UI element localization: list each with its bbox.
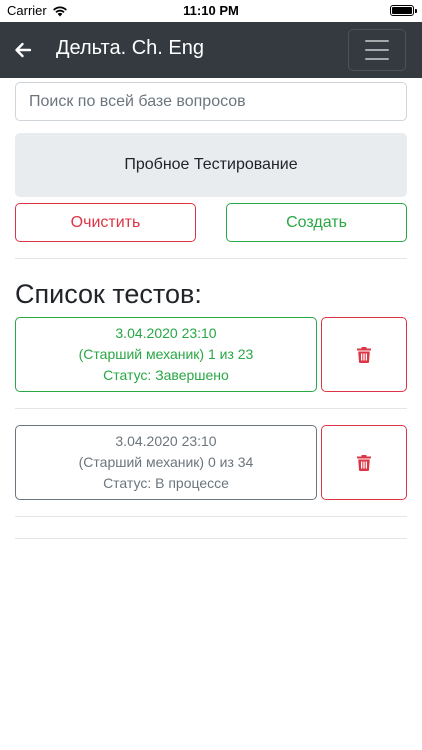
divider	[15, 408, 407, 409]
page-title: Дельта. Ch. Eng	[56, 37, 204, 59]
search-input[interactable]	[15, 82, 407, 121]
divider	[15, 516, 407, 517]
test-status: Статус: В процессе	[103, 475, 229, 491]
battery-icon	[390, 5, 417, 16]
trial-testing-button[interactable]: Пробное Тестирование	[15, 133, 407, 197]
divider	[15, 258, 407, 259]
arrow-left-icon[interactable]	[13, 40, 33, 60]
test-date: 3.04.2020 23:10	[115, 433, 217, 449]
test-card[interactable]: 3.04.2020 23:10 (Старший механик) 1 из 2…	[15, 317, 317, 392]
trash-icon	[357, 454, 371, 471]
clear-button[interactable]: Очистить	[15, 203, 196, 242]
hamburger-menu-icon	[365, 40, 389, 42]
clock: 11:10 PM	[183, 3, 239, 18]
status-bar: Carrier 11:10 PM	[0, 0, 422, 22]
delete-test-button[interactable]	[321, 425, 407, 500]
divider	[15, 538, 407, 539]
navbar: Дельта. Ch. Eng	[0, 22, 422, 78]
test-progress: (Старший механик) 0 из 34	[78, 454, 254, 470]
tests-list-heading: Список тестов:	[15, 279, 202, 309]
hamburger-menu-button[interactable]	[348, 29, 406, 71]
create-button[interactable]: Создать	[226, 203, 407, 242]
test-progress: (Старший механик) 1 из 23	[78, 346, 254, 362]
trash-icon	[357, 346, 371, 363]
clear-button-label: Очистить	[70, 213, 141, 231]
test-card[interactable]: 3.04.2020 23:10 (Старший механик) 0 из 3…	[15, 425, 317, 500]
create-button-label: Создать	[286, 213, 347, 231]
test-date: 3.04.2020 23:10	[115, 325, 217, 341]
delete-test-button[interactable]	[321, 317, 407, 392]
trial-testing-label: Пробное Тестирование	[124, 156, 298, 173]
test-status: Статус: Завершено	[103, 367, 229, 383]
